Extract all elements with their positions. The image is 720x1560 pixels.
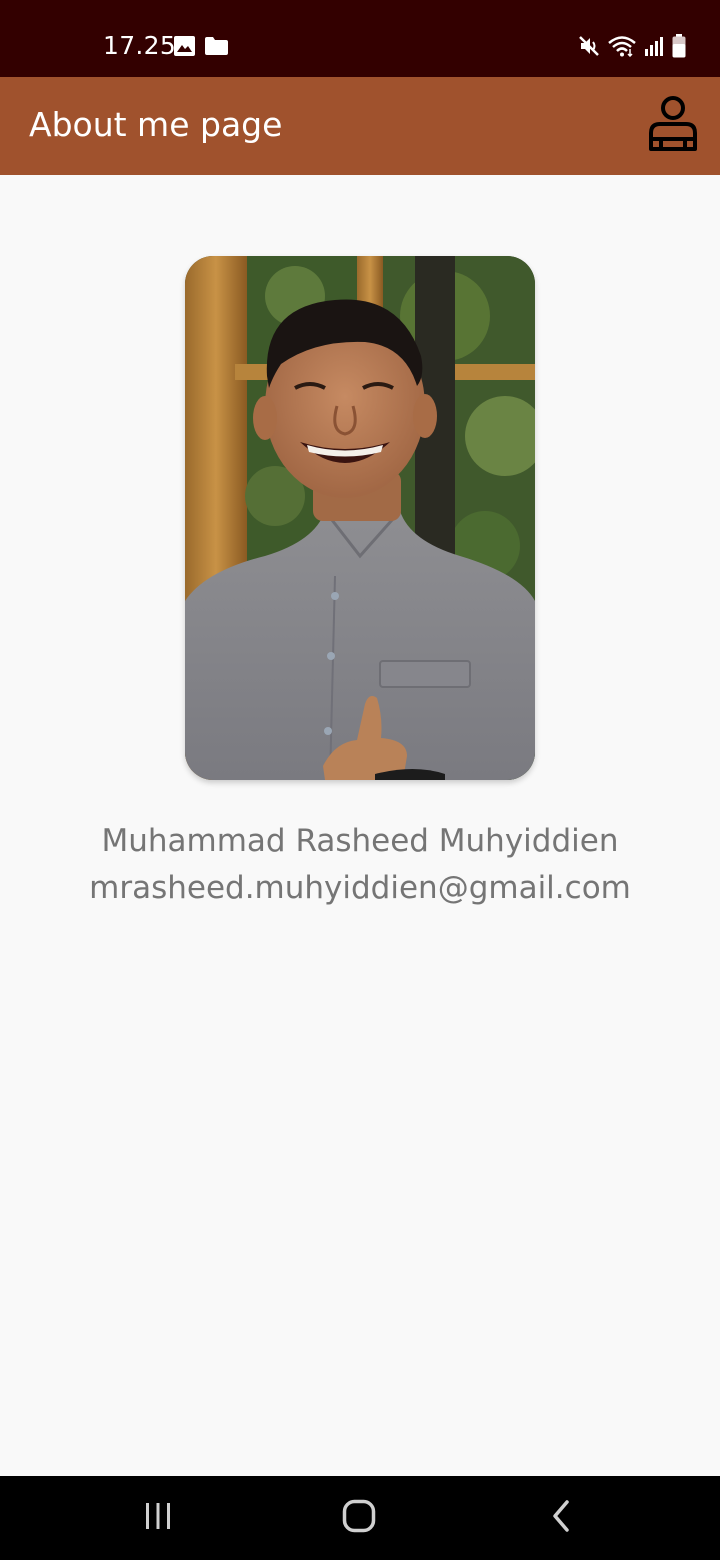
person-icon: [647, 95, 699, 157]
folder-icon: [205, 37, 228, 59]
image-icon: [174, 36, 195, 60]
home-icon: [342, 1499, 376, 1537]
signal-icon: [644, 36, 664, 60]
profile-button[interactable]: [644, 95, 702, 157]
recents-button[interactable]: [128, 1494, 188, 1542]
profile-photo: [185, 256, 535, 780]
app-title: About me page: [29, 105, 283, 144]
app-bar: About me page: [0, 77, 720, 175]
back-button[interactable]: [531, 1494, 591, 1542]
profile-email: mrasheed.muhyiddien@gmail.com: [89, 870, 631, 906]
back-icon: [550, 1500, 572, 1536]
recents-icon: [143, 1501, 173, 1535]
status-time: 17.25: [103, 31, 177, 60]
profile-name: Muhammad Rasheed Muhyiddien: [101, 823, 619, 859]
mute-icon: [578, 35, 600, 61]
wifi-icon: [608, 35, 636, 61]
about-content: Muhammad Rasheed Muhyiddien mrasheed.muh…: [0, 175, 720, 1476]
battery-icon: [672, 34, 686, 62]
home-button[interactable]: [329, 1494, 389, 1542]
status-bar: 17.25: [0, 0, 720, 77]
status-system-icons: [578, 34, 686, 62]
status-notification-icons: [174, 36, 228, 60]
navigation-bar: [0, 1476, 720, 1560]
